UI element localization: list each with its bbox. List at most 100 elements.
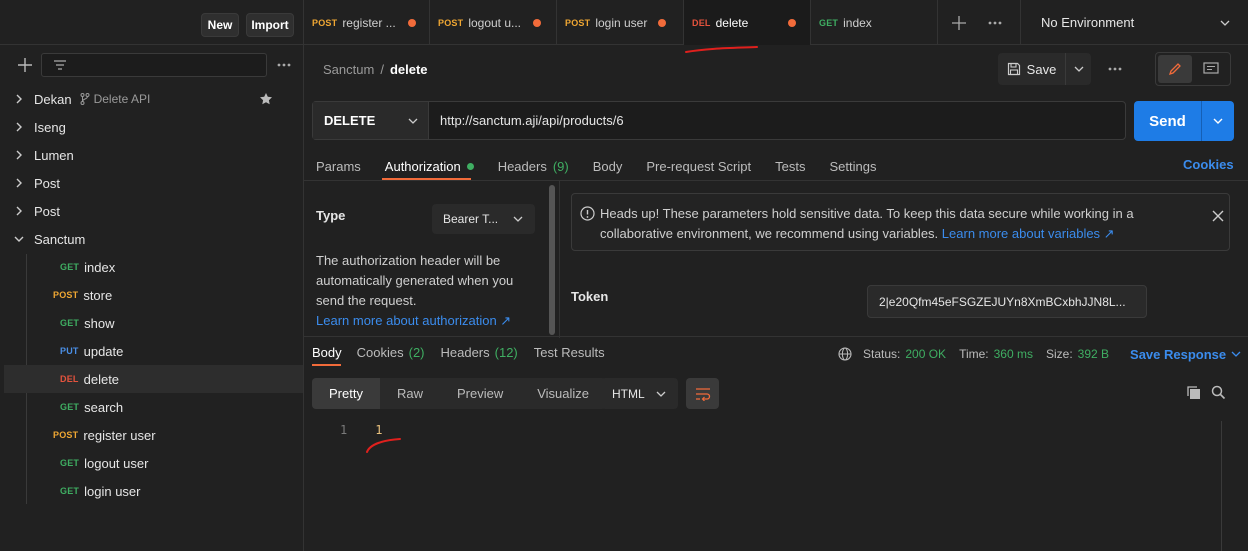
request-name: login user: [84, 483, 141, 499]
annotation-underline-mark: [685, 46, 758, 53]
format-raw[interactable]: Raw: [380, 378, 440, 409]
format-visualize[interactable]: Visualize: [520, 378, 606, 409]
method-badge: POST: [53, 290, 79, 300]
tab-authorization[interactable]: Authorization: [385, 155, 474, 177]
collection-dekan[interactable]: Dekan Delete API: [4, 85, 303, 113]
auth-type-select[interactable]: Bearer T...: [432, 204, 535, 234]
request-more-icon[interactable]: [1108, 64, 1122, 74]
save-options-button[interactable]: [1066, 53, 1091, 85]
format-pretty[interactable]: Pretty: [312, 378, 380, 409]
new-button[interactable]: New: [201, 13, 239, 37]
close-icon[interactable]: [1212, 210, 1224, 222]
request-item-store[interactable]: POST store: [4, 281, 303, 309]
copy-icon[interactable]: [1186, 385, 1201, 400]
chevron-down-icon: [513, 216, 523, 222]
breadcrumb-collection[interactable]: Sanctum: [323, 62, 374, 77]
globe-icon[interactable]: [838, 347, 852, 361]
request-item-search[interactable]: GET search: [4, 393, 303, 421]
collection-name: Post: [34, 175, 61, 191]
method-badge: POST: [312, 17, 338, 28]
tabs-more-icon[interactable]: [988, 18, 1002, 28]
method-badge: GET: [60, 318, 80, 328]
tab-count: (12): [494, 345, 518, 360]
save-response-button[interactable]: Save Response: [1130, 347, 1226, 362]
response-tab-body[interactable]: Body: [312, 345, 342, 363]
save-button[interactable]: Save: [998, 53, 1066, 85]
language-select[interactable]: HTML: [601, 378, 678, 409]
tab-params[interactable]: Params: [316, 155, 361, 177]
line-number: 1: [340, 423, 348, 437]
search-icon[interactable]: [1211, 385, 1226, 400]
request-item-show[interactable]: GET show: [4, 309, 303, 337]
response-tab-headers[interactable]: Headers (12): [441, 345, 518, 363]
tab-body[interactable]: Body: [593, 155, 623, 177]
method-value: DELETE: [324, 113, 376, 128]
request-item-update[interactable]: PUT update: [4, 337, 303, 365]
request-name: delete: [83, 371, 120, 387]
cookies-link[interactable]: Cookies: [1183, 157, 1234, 172]
tab-index[interactable]: GET index: [811, 0, 938, 45]
tab-tests[interactable]: Tests: [775, 155, 805, 177]
learn-auth-link[interactable]: Learn more about authorization ↗: [316, 313, 511, 328]
collection-iseng[interactable]: Iseng: [4, 113, 303, 141]
chevron-right-icon: [4, 206, 34, 216]
collection-lumen[interactable]: Lumen: [4, 141, 303, 169]
request-item-login-user[interactable]: GET login user: [4, 477, 303, 505]
plus-icon[interactable]: [17, 57, 33, 73]
wrap-lines-button[interactable]: [686, 378, 719, 409]
request-item-delete[interactable]: DEL delete: [4, 365, 303, 393]
collection-sanctum[interactable]: Sanctum: [4, 225, 303, 253]
tab-prerequest-script[interactable]: Pre-request Script: [646, 155, 751, 177]
sidebar-toolbar: [0, 45, 304, 85]
breadcrumb-separator: /: [380, 61, 384, 77]
star-icon[interactable]: [259, 92, 273, 106]
format-preview[interactable]: Preview: [440, 378, 520, 409]
tab-delete[interactable]: DEL delete: [684, 0, 811, 45]
auth-description-text: The authorization header will be automat…: [316, 253, 514, 308]
request-item-index[interactable]: GET index: [4, 253, 303, 281]
response-scrollbar[interactable]: [1221, 421, 1233, 551]
tab-label: register ...: [342, 15, 396, 30]
request-name: logout user: [84, 455, 149, 471]
tab-settings[interactable]: Settings: [829, 155, 876, 177]
tab-label: Cookies: [356, 345, 404, 360]
chevron-down-icon[interactable]: [1231, 351, 1241, 357]
learn-variables-link[interactable]: Learn more about variables ↗: [942, 226, 1115, 241]
response-tab-cookies[interactable]: Cookies (2): [357, 345, 425, 363]
filter-input[interactable]: [41, 53, 267, 77]
collection-post-2[interactable]: Post: [4, 197, 303, 225]
response-active-underline: [312, 364, 341, 366]
method-badge: GET: [60, 458, 80, 468]
collection-name: Post: [34, 203, 61, 219]
method-badge: PUT: [60, 346, 79, 356]
request-item-logout-user[interactable]: GET logout user: [4, 449, 303, 477]
more-options-icon[interactable]: [277, 58, 291, 72]
tab-label: index: [843, 15, 872, 30]
response-status-bar: Status: 200 OK Time: 360 ms Size: 392 B …: [838, 345, 1241, 363]
pencil-icon: [1168, 62, 1182, 76]
auth-type-value: Bearer T...: [443, 212, 499, 226]
token-input[interactable]: 2|e20Qfm45eFSGZEJUYn8XmBCxbhJJN8L...: [867, 285, 1147, 318]
import-button[interactable]: Import: [246, 13, 294, 37]
request-name: search: [84, 399, 124, 415]
new-tab-plus-icon[interactable]: [952, 16, 966, 30]
auth-pane-scrollbar[interactable]: [549, 185, 555, 335]
tab-logout-user[interactable]: POST logout u...: [430, 0, 557, 45]
url-input[interactable]: [429, 102, 1125, 139]
send-options-button[interactable]: [1202, 101, 1234, 141]
tab-login-user[interactable]: POST login user: [557, 0, 684, 45]
annotation-curve-mark: [366, 438, 401, 453]
method-select[interactable]: DELETE: [313, 102, 429, 139]
send-button[interactable]: Send: [1134, 101, 1202, 141]
time-value: 360 ms: [993, 347, 1033, 361]
response-tabs: Body Cookies (2) Headers (12) Test Resul…: [312, 345, 605, 363]
tab-headers[interactable]: Headers (9): [498, 155, 569, 177]
docs-mode-button[interactable]: [1194, 55, 1228, 83]
response-tab-test-results[interactable]: Test Results: [534, 345, 605, 363]
tab-register-user[interactable]: POST register ...: [304, 0, 430, 45]
request-item-register-user[interactable]: POST register user: [4, 421, 303, 449]
collection-post[interactable]: Post: [4, 169, 303, 197]
line-content[interactable]: 1: [375, 423, 382, 437]
environment-select[interactable]: No Environment: [1020, 0, 1248, 45]
edit-mode-button[interactable]: [1158, 55, 1192, 83]
